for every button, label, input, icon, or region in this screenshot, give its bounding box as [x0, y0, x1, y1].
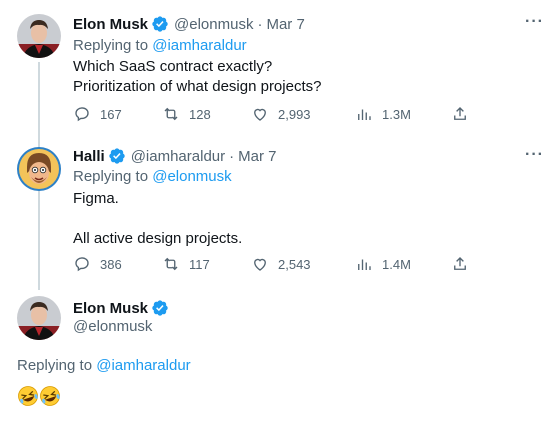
- views-button[interactable]: 1.3M: [355, 105, 411, 123]
- dot-separator: ·: [257, 15, 263, 33]
- replying-to: Replying to @iamharaldur: [73, 37, 247, 54]
- author-name[interactable]: Elon Musk: [73, 16, 148, 33]
- tweet-header: Elon Musk: [73, 298, 169, 318]
- like-count: 2,993: [278, 106, 311, 122]
- tweet-text: Figma. All active design projects.: [73, 189, 242, 249]
- tweet-header: Elon Musk @elonmusk · Mar 7: [73, 14, 305, 34]
- retweet-count: 117: [189, 256, 210, 272]
- tweet-text-line: Prioritization of what design projects?: [73, 78, 322, 95]
- reply-icon: [75, 107, 89, 122]
- heart-icon: [254, 108, 266, 121]
- avatar-elon[interactable]: [17, 14, 61, 58]
- author-name[interactable]: Halli: [73, 148, 105, 165]
- verified-badge-icon: [151, 299, 169, 317]
- tweet-date[interactable]: Mar 7: [266, 16, 304, 33]
- views-chart-icon: [358, 259, 371, 270]
- reply-button[interactable]: 386: [73, 255, 122, 273]
- more-options-icon[interactable]: ···: [525, 13, 544, 31]
- tweet-text-line: Which SaaS contract exactly?: [73, 58, 273, 75]
- tweet-text: Which SaaS contract exactly? Prioritizat…: [73, 57, 321, 97]
- verified-badge-icon: [108, 147, 126, 165]
- retweet-icon: [164, 257, 178, 271]
- reply-count: 386: [100, 256, 122, 272]
- tweet-3[interactable]: Elon Musk @elonmusk Replying to @iamhara…: [0, 287, 559, 421]
- reply-icon: [75, 257, 89, 272]
- replying-to-prefix: Replying to: [73, 168, 149, 185]
- author-handle[interactable]: @iamharaldur: [131, 148, 225, 165]
- verified-badge-icon: [151, 15, 169, 33]
- more-options-icon[interactable]: ···: [525, 146, 544, 164]
- share-button[interactable]: [451, 105, 478, 123]
- author-name[interactable]: Elon Musk: [73, 300, 148, 317]
- replying-to-prefix: Replying to: [73, 37, 149, 54]
- avatar-elon[interactable]: [17, 296, 61, 340]
- rolling-laughing-emoji-icon: [18, 386, 60, 406]
- tweet-2[interactable]: Halli @iamharaldur · Mar 7 ··· Replying …: [0, 135, 559, 287]
- share-icon: [454, 107, 466, 120]
- author-handle[interactable]: @elonmusk: [174, 16, 253, 33]
- like-button[interactable]: 2,993: [251, 105, 311, 123]
- replying-to: Replying to @elonmusk: [73, 168, 232, 185]
- retweet-button[interactable]: 128: [162, 105, 211, 123]
- retweet-button[interactable]: 117: [162, 255, 210, 273]
- like-count: 2,543: [278, 256, 311, 272]
- retweet-count: 128: [189, 106, 211, 122]
- replying-to-link[interactable]: @elonmusk: [152, 168, 231, 185]
- retweet-icon: [164, 107, 178, 121]
- tweet-1[interactable]: Elon Musk @elonmusk · Mar 7 ··· Replying…: [0, 0, 559, 135]
- views-button[interactable]: 1.4M: [355, 255, 411, 273]
- views-chart-icon: [358, 109, 371, 120]
- dot-separator: ·: [229, 147, 235, 165]
- replying-to: Replying to @iamharaldur: [17, 357, 191, 374]
- tweet-date[interactable]: Mar 7: [238, 148, 276, 165]
- views-count: 1.4M: [382, 256, 411, 272]
- reply-button[interactable]: 167: [73, 105, 122, 123]
- tweet-text-line: Figma.: [73, 190, 119, 207]
- replying-to-link[interactable]: @iamharaldur: [152, 37, 246, 54]
- tweet-emoji-text: 🤣🤣: [17, 385, 61, 407]
- tweet-header: Halli @iamharaldur · Mar 7: [73, 146, 276, 166]
- share-button[interactable]: [451, 255, 478, 273]
- replying-to-link[interactable]: @iamharaldur: [96, 357, 190, 374]
- share-icon: [454, 257, 466, 270]
- heart-icon: [254, 258, 266, 271]
- author-handle[interactable]: @elonmusk: [73, 318, 152, 335]
- views-count: 1.3M: [382, 106, 411, 122]
- avatar-halli[interactable]: [17, 147, 61, 191]
- tweet-text-line: All active design projects.: [73, 230, 243, 247]
- like-button[interactable]: 2,543: [251, 255, 311, 273]
- reply-count: 167: [100, 106, 122, 122]
- replying-to-prefix: Replying to: [17, 357, 93, 374]
